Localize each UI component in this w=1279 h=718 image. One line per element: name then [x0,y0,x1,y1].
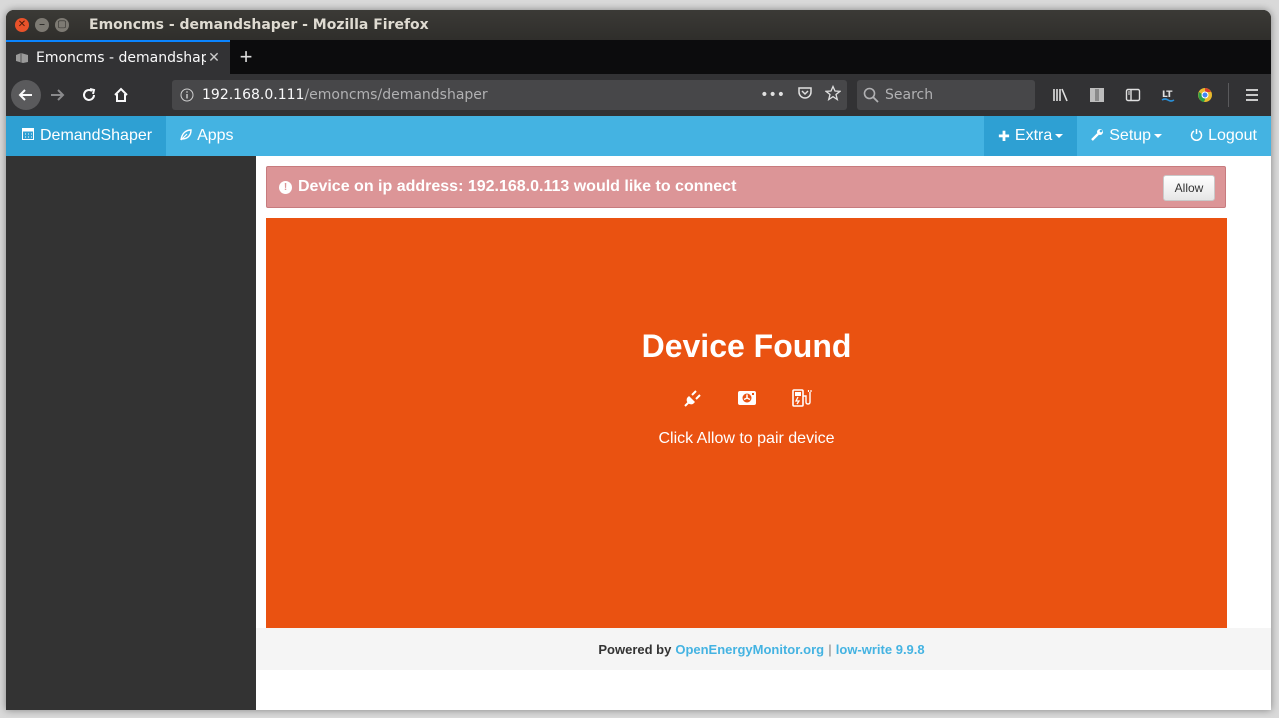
sidebar [6,156,256,710]
tab-emoncms[interactable]: Emoncms - demandshap ✕ [6,40,230,74]
home-icon[interactable] [105,79,137,111]
app-navbar: DemandShaper Apps ✚ Extra Setup Logout [6,116,1271,156]
url-text: 192.168.0.111/emoncms/demandshaper [202,87,488,103]
favicon-icon [14,50,30,66]
footer: Powered by OpenEnergyMonitor.org | low-w… [256,628,1271,670]
alert-message: Device on ip address: 192.168.0.113 woul… [298,178,737,195]
url-host: 192.168.0.111 [202,87,305,103]
page-actions-icon[interactable]: ••• [760,87,785,103]
caret-down-icon [1055,134,1064,138]
nav-logout-label: Logout [1208,127,1257,144]
calendar-icon [22,127,34,145]
plus-icon: ✚ [998,127,1010,144]
nav-demandshaper[interactable]: DemandShaper [6,116,167,156]
nav-setup-dropdown[interactable]: Setup [1077,116,1176,156]
nav-apps[interactable]: Apps [166,116,247,156]
device-found-subtitle: Click Allow to pair device [658,430,835,447]
hamburger-menu-icon[interactable] [1239,82,1265,108]
browser-toolbar: 192.168.0.111/emoncms/demandshaper ••• S… [6,74,1271,116]
power-icon [1190,128,1203,144]
tab-title: Emoncms - demandshap [36,50,206,66]
search-bar[interactable]: Search [857,80,1035,110]
forward-arrow-icon[interactable] [41,79,73,111]
window-maximize-icon[interactable]: ▢ [55,18,69,32]
browser-window: ✕ – ▢ Emoncms - demandshaper - Mozilla F… [6,10,1271,710]
reload-icon[interactable] [73,79,105,111]
nav-logout[interactable]: Logout [1176,116,1271,156]
ev-charger-icon [789,386,813,410]
caret-down-icon [1154,134,1163,138]
device-found-panel: Device Found Click Allow to pair device [266,218,1227,638]
nav-demandshaper-label: DemandShaper [40,127,153,144]
tab-close-icon[interactable]: ✕ [206,50,222,66]
window-titlebar: ✕ – ▢ Emoncms - demandshaper - Mozilla F… [6,10,1271,40]
footer-link-openenergymonitor[interactable]: OpenEnergyMonitor.org [675,642,824,657]
window-controls: ✕ – ▢ [15,18,69,32]
window-minimize-icon[interactable]: – [35,18,49,32]
nav-extra-dropdown[interactable]: ✚ Extra [984,116,1078,156]
toolbar-separator [1228,83,1229,107]
search-placeholder: Search [885,87,934,103]
tab-strip: Emoncms - demandshap ✕ + [6,40,1271,74]
leaf-icon [180,128,192,144]
toolbar-right: LT [1048,80,1265,110]
device-found-title: Device Found [641,328,852,364]
window-title: Emoncms - demandshaper - Mozilla Firefox [89,17,429,33]
footer-link-version[interactable]: low-write 9.9.8 [836,642,925,657]
device-icons [266,386,1227,410]
site-info-icon[interactable] [172,88,202,102]
library-icon[interactable] [1048,82,1074,108]
footer-separator: | [828,641,832,657]
languagetool-icon[interactable]: LT [1156,82,1182,108]
nav-extra-label: Extra [1014,127,1053,144]
window-close-icon[interactable]: ✕ [15,18,29,32]
wrench-icon [1091,128,1104,144]
page-content: DemandShaper Apps ✚ Extra Setup Logout !… [6,116,1271,710]
nav-apps-label: Apps [197,127,234,144]
plug-icon [681,386,705,410]
pocket-icon[interactable] [797,85,813,105]
url-actions: ••• [760,84,842,105]
reader-extension-icon[interactable] [1084,82,1110,108]
chrome-extension-icon[interactable] [1192,82,1218,108]
main-area: ! Device on ip address: 192.168.0.113 wo… [256,156,1271,710]
back-arrow-icon[interactable] [11,80,41,110]
url-bar[interactable]: 192.168.0.111/emoncms/demandshaper ••• [172,80,847,110]
bookmark-star-icon[interactable] [824,84,842,105]
allow-button[interactable]: Allow [1163,175,1215,201]
url-path: /emoncms/demandshaper [304,87,488,103]
exclamation-icon: ! [279,180,292,194]
pairing-alert: ! Device on ip address: 192.168.0.113 wo… [266,166,1226,208]
footer-prefix: Powered by [598,641,672,657]
new-tab-icon[interactable]: + [230,40,262,74]
nav-right: ✚ Extra Setup Logout [984,116,1271,156]
sidebar-icon[interactable] [1120,82,1146,108]
nav-setup-label: Setup [1109,127,1152,144]
search-icon [857,87,885,103]
heatpump-icon [735,386,759,410]
